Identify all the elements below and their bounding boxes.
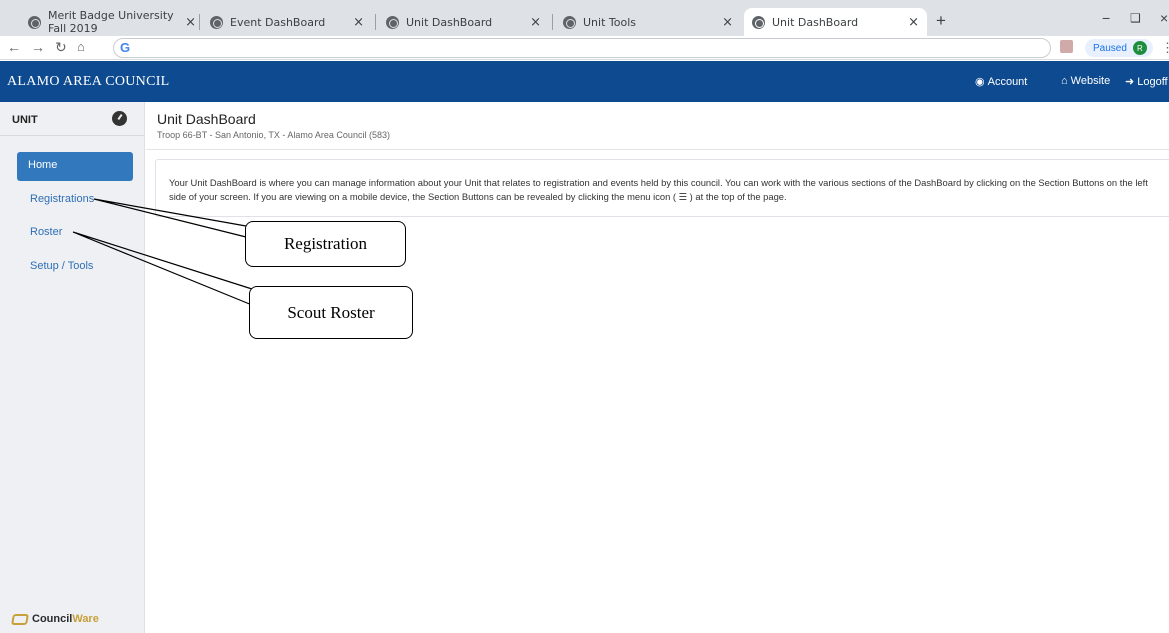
registration-callout: Registration (245, 221, 406, 267)
councilware-logo: CouncilWare (11, 613, 99, 625)
sign-out-icon: ➜ (1125, 76, 1135, 88)
close-icon[interactable]: × (908, 15, 919, 30)
sidebar-title: UNIT (12, 114, 38, 126)
extension-icon[interactable] (1060, 40, 1073, 53)
profile-sync-button[interactable]: Paused R (1085, 39, 1153, 57)
globe-icon (28, 15, 41, 29)
tab-title: Unit DashBoard (406, 15, 493, 29)
browser-tab-1[interactable]: Merit Badge University Fall 2019 × (20, 8, 198, 36)
dashboard-gauge-icon[interactable] (112, 111, 127, 126)
globe-icon (752, 15, 765, 29)
maximize-icon[interactable]: ❑ (1130, 11, 1141, 25)
close-icon[interactable]: × (722, 15, 733, 30)
sidebar: UNIT Home Registrations Roster Setup / T… (0, 102, 145, 633)
reload-icon[interactable]: ↻ (55, 39, 67, 56)
browser-tab-4[interactable]: Unit Tools × (555, 8, 741, 36)
councilware-mark-icon (11, 613, 29, 625)
divider (146, 149, 1169, 150)
avatar: R (1132, 41, 1147, 55)
brand-part-b: Ware (72, 613, 99, 625)
sidebar-item-setup-tools[interactable]: Setup / Tools (17, 260, 93, 272)
info-text: Your Unit DashBoard is where you can man… (169, 177, 1148, 202)
account-label: Account (987, 75, 1028, 88)
browser-tab-2[interactable]: Event DashBoard × (202, 8, 372, 36)
globe-icon (386, 15, 399, 29)
council-brand[interactable]: ALAMO AREA COUNCIL (7, 74, 170, 90)
tab-title: Unit DashBoard (772, 15, 859, 29)
tab-divider (375, 14, 376, 30)
home-icon: ⌂ (1061, 75, 1068, 87)
tab-divider (199, 14, 200, 30)
sidebar-item-roster[interactable]: Roster (17, 226, 62, 238)
new-tab-button[interactable]: + (936, 11, 946, 31)
page-subtitle: Troop 66-BT - San Antonio, TX - Alamo Ar… (157, 130, 390, 140)
close-icon[interactable]: × (185, 15, 196, 30)
minimize-icon[interactable]: − (1102, 10, 1110, 26)
home-icon[interactable]: ⌂ (77, 39, 85, 54)
tab-title: Unit Tools (583, 15, 636, 29)
globe-icon (210, 15, 223, 29)
close-icon[interactable]: × (353, 15, 364, 30)
user-circle-icon: ◉ (975, 76, 985, 88)
sidebar-header: UNIT (0, 102, 145, 136)
browser-menu-icon[interactable]: ⋮ (1161, 40, 1169, 56)
website-link[interactable]: ⌂ Website (1061, 75, 1110, 87)
logoff-label: Logoff (1137, 75, 1168, 88)
google-icon: G (120, 40, 131, 55)
browser-tab-3[interactable]: Unit DashBoard × (378, 8, 549, 36)
sidebar-item-home[interactable]: Home (17, 152, 133, 181)
app-navbar: ALAMO AREA COUNCIL ◉ Account ⌂ Website ➜… (0, 61, 1169, 102)
forward-icon[interactable]: → (31, 39, 45, 55)
info-panel: Your Unit DashBoard is where you can man… (155, 159, 1169, 217)
page-title: Unit DashBoard (157, 111, 256, 127)
brand-part-a: Council (32, 613, 73, 625)
logoff-link[interactable]: ➜ Logoff (1125, 75, 1168, 89)
browser-tab-5-active[interactable]: Unit DashBoard × (744, 8, 927, 36)
window-close-icon[interactable]: × (1160, 10, 1168, 26)
tab-title: Merit Badge University Fall 2019 (48, 9, 174, 35)
address-bar[interactable]: G (113, 38, 1051, 58)
tab-title: Event DashBoard (230, 15, 326, 29)
account-link[interactable]: ◉ Account (975, 75, 1028, 89)
paused-label: Paused (1093, 42, 1127, 54)
browser-toolbar: ← → ↻ ⌂ G (0, 36, 1169, 60)
browser-tab-strip: Merit Badge University Fall 2019 × Event… (0, 0, 1169, 36)
sidebar-item-registrations[interactable]: Registrations (17, 193, 94, 205)
tab-divider (552, 14, 553, 30)
scout-roster-callout: Scout Roster (249, 286, 413, 339)
website-label: Website (1070, 75, 1111, 87)
globe-icon (563, 15, 576, 29)
close-icon[interactable]: × (530, 15, 541, 30)
back-icon[interactable]: ← (7, 39, 21, 55)
